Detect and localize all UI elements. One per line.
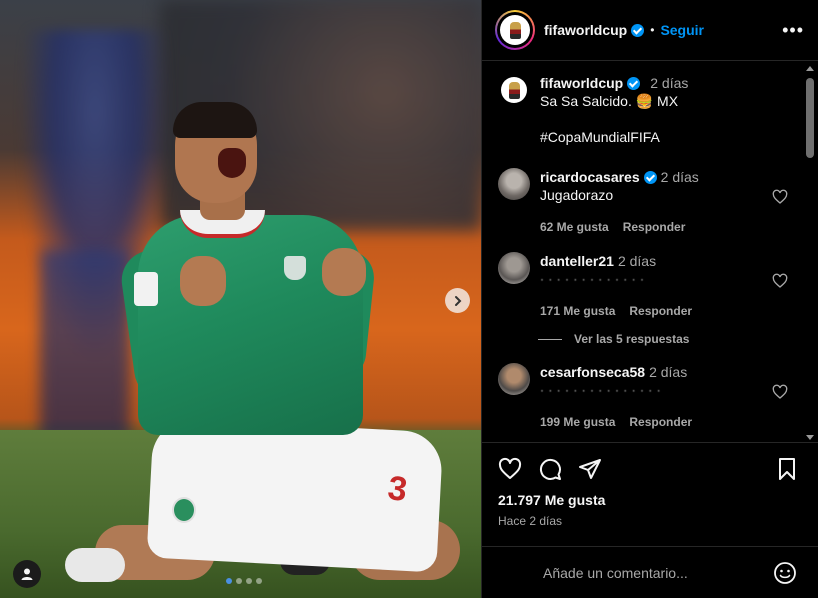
user-icon [21, 568, 33, 580]
player-left-boot [65, 548, 125, 582]
commenter-avatar[interactable] [498, 252, 530, 284]
carousel-indicator [226, 578, 262, 584]
comment-likes[interactable]: 62 Me gusta [540, 220, 609, 234]
tagged-users-button[interactable] [13, 560, 41, 588]
commenter-avatar[interactable] [498, 168, 530, 200]
fifa-logo-icon [501, 77, 527, 103]
comment-text: Jugadorazo [540, 187, 614, 203]
separator-dot: • [650, 23, 655, 37]
player-right-fist [322, 248, 366, 296]
post-likes-count[interactable]: 21.797 Me gusta [498, 492, 803, 508]
reply-button[interactable]: Responder [623, 220, 686, 234]
caption-hashtag[interactable]: #CopaMundialFIFA [540, 128, 688, 146]
carousel-dot [236, 578, 242, 584]
emoji-icon[interactable] [773, 561, 797, 585]
more-options-button[interactable]: ••• [782, 20, 804, 41]
like-heart-icon[interactable] [498, 457, 522, 481]
like-comment-heart-icon[interactable] [772, 384, 788, 400]
comment-text-obscured: · · · · · · · · · · · · · · · [540, 383, 662, 397]
shorts-crest [172, 497, 196, 523]
caption-avatar[interactable] [498, 74, 530, 106]
save-bookmark-icon[interactable] [775, 457, 799, 481]
post-photo[interactable]: 3 [0, 0, 481, 598]
jersey-patch [134, 272, 158, 306]
player-hair [173, 102, 257, 138]
add-comment-bar [482, 546, 818, 598]
comment-item: cesarfonseca58 2 días · · · · · · · · · ·… [498, 363, 706, 431]
comment-likes[interactable]: 171 Me gusta [540, 304, 615, 318]
carousel-dot [246, 578, 252, 584]
verified-badge-icon [627, 77, 641, 90]
caption-text: Sa Sa Salcido. 🍔 MX [540, 93, 679, 109]
comment-username[interactable]: danteller21 [540, 253, 614, 269]
view-replies-button[interactable]: Ver las 5 respuestas [538, 332, 689, 346]
comment-time[interactable]: 2 días [661, 169, 699, 185]
like-comment-heart-icon[interactable] [772, 273, 788, 289]
scroll-down-arrow-icon[interactable] [806, 435, 814, 440]
reply-button[interactable]: Responder [629, 304, 692, 318]
comment-time[interactable]: 2 días [618, 253, 656, 269]
comment-username[interactable]: cesarfonseca58 [540, 364, 645, 380]
comment-item: ricardocasares 2 días Jugadorazo 62 Me gu… [498, 168, 699, 236]
comments-scrollbar[interactable] [805, 66, 815, 440]
player-jersey [138, 215, 363, 435]
comment-input[interactable] [543, 564, 773, 581]
player-left-fist [180, 256, 226, 306]
background-player-legs [40, 250, 130, 440]
comment-item: danteller21 2 días · · · · · · · · · · · … [498, 252, 706, 320]
scrollbar-thumb[interactable] [806, 78, 814, 158]
like-comment-heart-icon[interactable] [772, 189, 788, 205]
comment-username[interactable]: ricardocasares [540, 169, 640, 185]
comment-text-obscured: · · · · · · · · · · · · · [540, 272, 645, 286]
post-side-panel: fifaworldcup • Seguir ••• fifaworldcup 2 … [481, 0, 818, 598]
fifa-logo-icon [500, 15, 530, 45]
author-avatar[interactable] [495, 10, 535, 50]
post-header: fifaworldcup • Seguir ••• [482, 0, 818, 61]
verified-badge-icon [643, 171, 657, 184]
chevron-right-icon [454, 295, 461, 306]
caption-time[interactable]: 2 días [650, 75, 688, 91]
commenter-avatar[interactable] [498, 363, 530, 395]
verified-badge-icon [631, 23, 645, 37]
replies-line [538, 338, 562, 340]
post-actions: 21.797 Me gusta Hace 2 días [482, 442, 818, 528]
carousel-next-button[interactable] [445, 288, 470, 313]
caption: fifaworldcup 2 días Sa Sa Salcido. 🍔 MX #… [498, 74, 688, 146]
carousel-dot [226, 578, 232, 584]
caption-username[interactable]: fifaworldcup [540, 75, 623, 91]
post-timestamp[interactable]: Hace 2 días [498, 514, 803, 528]
author-username[interactable]: fifaworldcup [544, 22, 627, 38]
player-mouth [218, 148, 246, 178]
reply-button[interactable]: Responder [629, 415, 692, 429]
scroll-up-arrow-icon[interactable] [806, 66, 814, 71]
comment-bubble-icon[interactable] [538, 457, 562, 481]
comment-time[interactable]: 2 días [649, 364, 687, 380]
follow-button[interactable]: Seguir [660, 22, 704, 38]
share-paper-plane-icon[interactable] [578, 457, 602, 481]
jersey-crest [284, 256, 306, 280]
comments-list[interactable]: fifaworldcup 2 días Sa Sa Salcido. 🍔 MX #… [482, 62, 818, 442]
carousel-dot [256, 578, 262, 584]
comment-likes[interactable]: 199 Me gusta [540, 415, 615, 429]
